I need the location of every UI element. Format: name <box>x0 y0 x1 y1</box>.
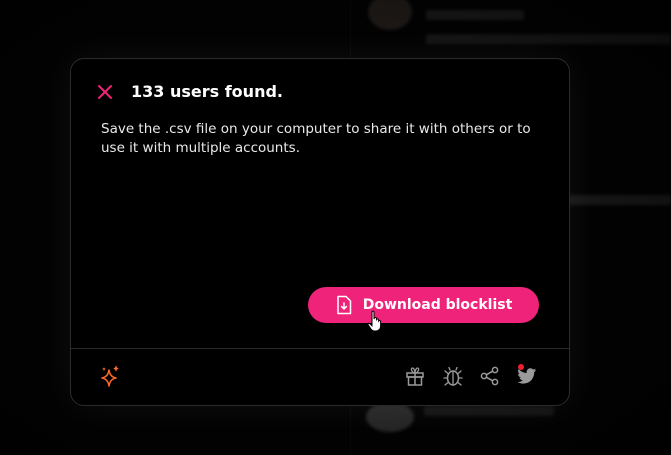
download-button-label: Download blocklist <box>362 297 513 313</box>
notification-dot <box>518 364 524 370</box>
file-download-icon <box>336 295 351 315</box>
close-icon[interactable] <box>97 84 113 100</box>
share-icon[interactable] <box>479 365 501 387</box>
blocklist-popup: 133 users found. Save the .csv file on y… <box>70 58 570 406</box>
sparkle-icon[interactable] <box>100 364 122 388</box>
hand-cursor-icon <box>367 310 382 332</box>
download-blocklist-button[interactable]: Download blocklist <box>308 287 539 323</box>
popup-description: Save the .csv file on your computer to s… <box>101 121 531 156</box>
popup-title: 133 users found. <box>131 82 283 101</box>
footer-divider <box>71 348 569 349</box>
bug-icon[interactable] <box>442 365 464 387</box>
gift-icon[interactable] <box>404 365 426 387</box>
